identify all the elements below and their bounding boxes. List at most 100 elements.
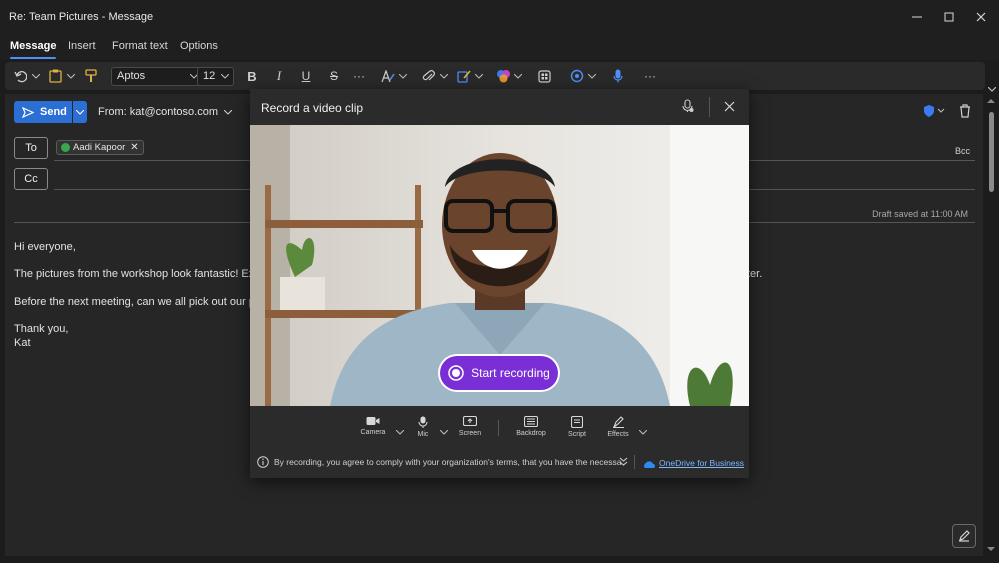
camera-label: Camera <box>360 429 386 436</box>
sensitivity-shield-icon[interactable] <box>923 104 945 121</box>
remove-recipient-icon[interactable]: ✕ <box>130 142 138 153</box>
close-dialog-button[interactable] <box>724 101 735 115</box>
expand-disclaimer-icon[interactable] <box>619 456 628 470</box>
script-control[interactable]: Script <box>560 416 594 438</box>
record-icon <box>448 365 464 381</box>
title-bar: Re: Team Pictures - Message <box>0 0 999 34</box>
bcc-button[interactable]: Bcc <box>955 146 970 156</box>
onedrive-icon <box>642 458 655 472</box>
camera-control[interactable]: Camera <box>356 416 390 436</box>
onedrive-link[interactable]: OneDrive for Business <box>659 458 744 468</box>
tab-message[interactable]: Message <box>10 40 57 59</box>
mic-control[interactable]: Mic <box>406 416 440 438</box>
send-options-button[interactable] <box>73 101 87 123</box>
more-options-icon[interactable]: ··· <box>641 66 659 86</box>
strikethrough-icon[interactable]: S <box>325 66 343 86</box>
chevron-down-icon <box>76 109 84 115</box>
send-label: Send <box>40 106 67 118</box>
loop-icon[interactable] <box>568 66 586 86</box>
body-line: Thank you, <box>14 323 69 335</box>
underline-icon[interactable]: U <box>297 66 315 86</box>
backdrop-label: Backdrop <box>516 430 546 437</box>
start-recording-button[interactable]: Start recording <box>438 354 560 392</box>
attach-icon[interactable] <box>419 66 437 86</box>
body-line: Before the next meeting, can we all pick… <box>14 296 262 308</box>
camera-options-icon[interactable] <box>395 424 405 438</box>
body-line: The pictures from the workshop look fant… <box>14 268 260 280</box>
recipient-name: Aadi Kapoor <box>73 142 126 153</box>
to-button[interactable]: To <box>14 137 48 159</box>
backdrop-control[interactable]: Backdrop <box>514 416 548 437</box>
styles-dropdown-icon[interactable] <box>398 66 408 86</box>
record-video-dialog: Record a video clip Start recording Came… <box>250 89 749 478</box>
scroll-down-icon <box>987 547 995 551</box>
send-button[interactable]: Send <box>14 101 72 123</box>
recording-disclaimer: By recording, you agree to comply with y… <box>257 456 621 468</box>
chevron-down-icon <box>220 68 230 85</box>
disclaimer-text: By recording, you agree to comply with y… <box>274 457 622 467</box>
effects-options-icon[interactable] <box>638 424 648 438</box>
dictate-icon[interactable] <box>609 66 627 86</box>
scrollbar-thumb[interactable] <box>989 112 994 192</box>
copilot-dropdown-icon[interactable] <box>513 66 523 86</box>
attach-dropdown-icon[interactable] <box>439 66 449 86</box>
minimize-button[interactable] <box>902 6 932 28</box>
font-name-select[interactable]: Aptos <box>111 67 203 86</box>
from-label: From: kat@contoso.com <box>98 106 218 118</box>
font-name-value: Aptos <box>117 70 146 82</box>
screen-share-icon <box>463 416 477 427</box>
title-divider <box>709 97 710 117</box>
effects-label: Effects <box>607 431 629 438</box>
undo-icon[interactable] <box>11 66 29 86</box>
screen-control[interactable]: Screen <box>453 416 487 437</box>
styles-icon[interactable] <box>379 66 397 86</box>
mic-options-icon[interactable] <box>439 424 449 438</box>
discard-icon[interactable] <box>959 104 971 121</box>
scrollbar[interactable] <box>986 94 995 556</box>
format-painter-icon[interactable] <box>82 66 100 86</box>
tab-insert[interactable]: Insert <box>68 40 96 52</box>
body-line: Hi everyone, <box>14 241 76 253</box>
body-line: Kat <box>14 337 31 349</box>
close-window-button[interactable] <box>966 6 996 28</box>
copilot-icon[interactable] <box>494 66 512 86</box>
undo-dropdown-icon[interactable] <box>31 66 41 86</box>
close-icon <box>976 12 986 22</box>
loop-dropdown-icon[interactable] <box>587 66 597 86</box>
font-size-value: 12 <box>203 70 216 82</box>
controls-divider <box>498 420 499 436</box>
maximize-icon <box>944 12 954 22</box>
italic-icon[interactable]: I <box>270 66 288 86</box>
footer-divider <box>634 455 635 469</box>
window-title: Re: Team Pictures - Message <box>9 11 154 23</box>
cc-button[interactable]: Cc <box>14 168 48 190</box>
apps-icon[interactable] <box>535 66 553 86</box>
signature-dropdown-icon[interactable] <box>474 66 484 86</box>
dialog-title: Record a video clip <box>261 101 364 115</box>
bold-icon[interactable]: B <box>243 66 261 86</box>
draft-status: Draft saved at 11:00 AM <box>872 209 968 219</box>
backdrop-icon <box>524 416 538 427</box>
signature-icon[interactable] <box>455 66 473 86</box>
more-format-icon[interactable]: ··· <box>350 66 368 86</box>
body-line: ter. <box>747 268 763 280</box>
effects-control[interactable]: Effects <box>601 416 635 438</box>
maximize-button[interactable] <box>934 6 964 28</box>
tab-format-text[interactable]: Format text <box>112 40 168 52</box>
font-size-select[interactable]: 12 <box>197 67 234 86</box>
chevron-down-icon <box>223 109 233 115</box>
paste-dropdown-icon[interactable] <box>66 66 76 86</box>
scroll-up-icon <box>987 99 995 103</box>
paste-icon[interactable] <box>46 66 64 86</box>
toolbar: Aptos 12 B I U S ··· ··· <box>5 62 985 90</box>
from-selector[interactable]: From: kat@contoso.com <box>98 106 233 118</box>
pen-icon <box>959 530 970 542</box>
mic-icon <box>418 416 428 428</box>
recipient-chip[interactable]: Aadi Kapoor ✕ <box>56 140 144 155</box>
effects-icon <box>612 416 624 428</box>
mic-label: Mic <box>417 431 429 438</box>
editor-pen-button[interactable] <box>952 524 976 548</box>
mic-settings-icon[interactable] <box>682 99 694 116</box>
info-icon <box>257 456 269 468</box>
tab-options[interactable]: Options <box>180 40 218 52</box>
